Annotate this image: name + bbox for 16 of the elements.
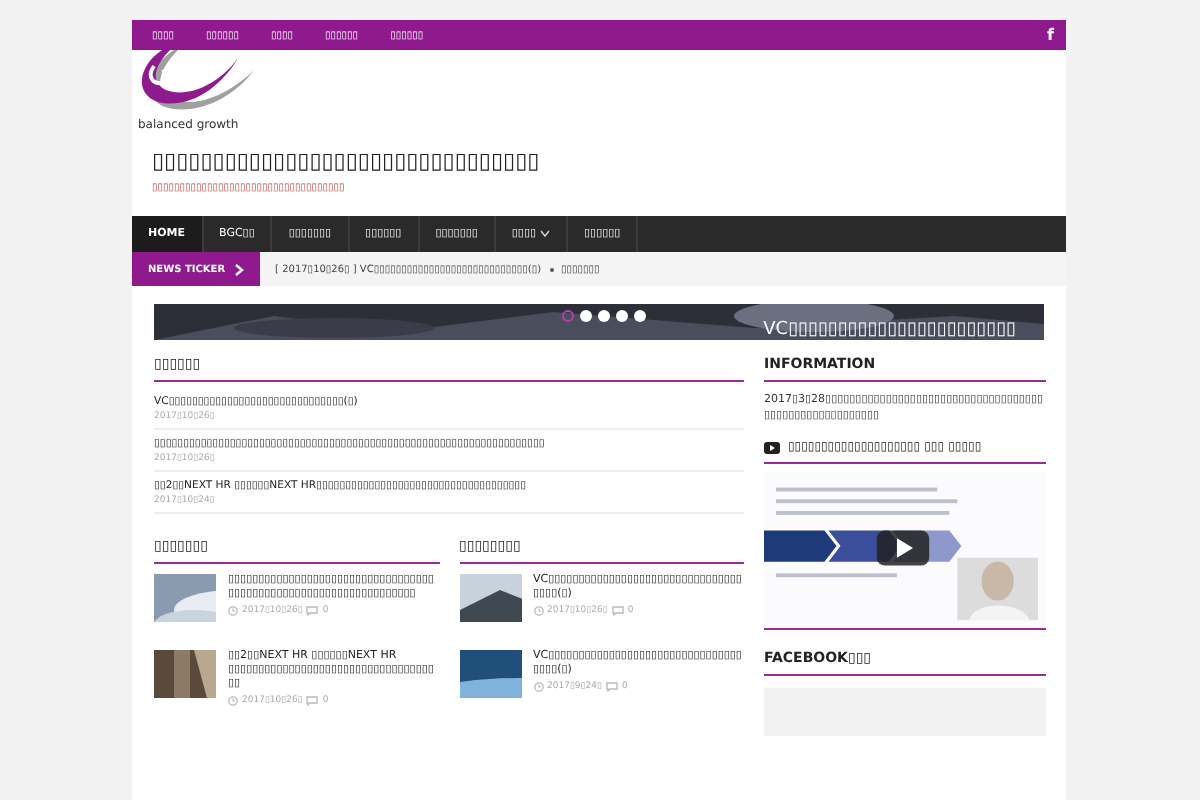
caret-icon [540, 230, 551, 238]
site-title: ▯▯▯▯▯▯▯▯▯▯▯▯▯▯▯▯▯▯▯▯▯▯▯▯▯▯▯▯▯▯▯▯ [152, 148, 542, 174]
clock-icon [533, 606, 543, 616]
comment-icon [605, 682, 618, 692]
separator-dot-icon [549, 267, 554, 271]
slider-dot[interactable] [562, 310, 574, 322]
clock-icon [228, 696, 238, 706]
clock-icon [228, 606, 238, 616]
video-icon [764, 441, 780, 453]
chevron-icon [233, 263, 244, 275]
clock-icon [533, 682, 543, 692]
slide-caption: VC▯▯▯▯▯▯▯▯▯▯▯▯▯▯▯▯▯▯▯▯▯▯▯ [763, 320, 1016, 340]
comment-icon [306, 606, 319, 616]
comment-icon [611, 606, 624, 616]
comment-icon [306, 696, 319, 706]
facebook-link[interactable]: f [1047, 26, 1054, 44]
